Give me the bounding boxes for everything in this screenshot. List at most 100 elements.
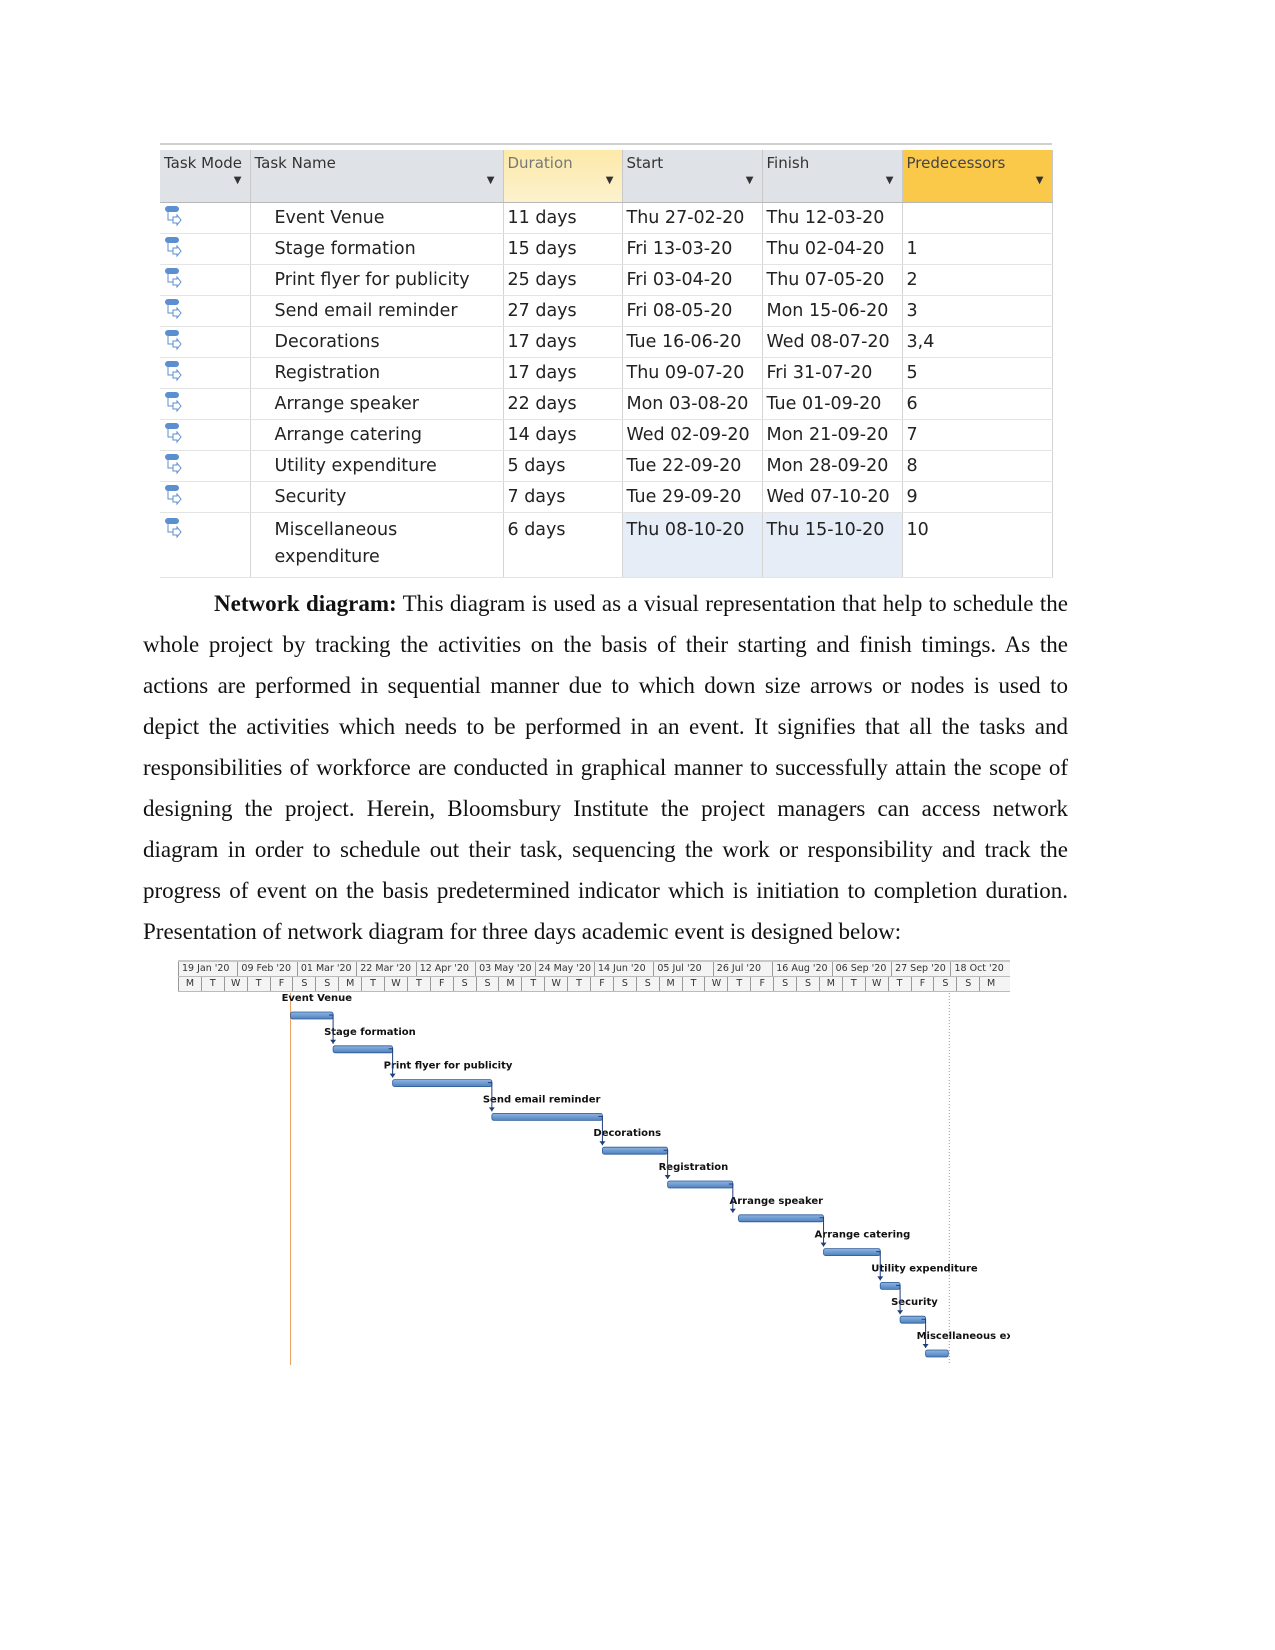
predecessors-cell[interactable]: 1: [902, 233, 1053, 265]
predecessors-cell[interactable]: 8: [902, 450, 1053, 482]
start-cell[interactable]: Tue 22-09-20: [622, 450, 763, 482]
start-cell[interactable]: Fri 08-05-20: [622, 295, 763, 327]
start-cell[interactable]: Tue 29-09-20: [622, 481, 763, 513]
task-bar-label: Miscellaneous expenditure: [917, 1331, 1010, 1342]
task-bar: [879, 1281, 901, 1290]
finish-cell[interactable]: Fri 31-07-20: [762, 357, 903, 389]
table-row[interactable]: Registration 17 days Thu 09-07-20 Fri 31…: [160, 357, 1053, 389]
duration-cell[interactable]: 5 days: [503, 450, 623, 482]
finish-cell[interactable]: Mon 15-06-20: [762, 295, 903, 327]
duration-cell[interactable]: 6 days: [503, 512, 623, 578]
predecessors-cell[interactable]: 2: [902, 264, 1053, 296]
paragraph-heading: Network diagram:: [214, 591, 397, 616]
predecessors-cell[interactable]: 5: [902, 357, 1053, 389]
table-row[interactable]: Stage formation 15 days Fri 13-03-20 Thu…: [160, 233, 1053, 265]
table-row[interactable]: Print flyer for publicity 25 days Fri 03…: [160, 264, 1053, 296]
start-cell[interactable]: Fri 03-04-20: [622, 264, 763, 296]
header-predecessors[interactable]: Predecessors ▼: [902, 150, 1053, 203]
task-name-cell[interactable]: Utility expenditure: [250, 450, 504, 482]
header-task-name[interactable]: Task Name ▼: [250, 150, 504, 203]
task-bar-label: Send email reminder: [483, 1094, 601, 1105]
task-name-cell[interactable]: Arrange speaker: [250, 388, 504, 420]
duration-cell[interactable]: 14 days: [503, 419, 623, 451]
table-row[interactable]: Arrange speaker 22 days Mon 03-08-20 Tue…: [160, 388, 1053, 420]
table-row[interactable]: Arrange catering 14 days Wed 02-09-20 Mo…: [160, 419, 1053, 451]
task-name-cell[interactable]: Stage formation: [250, 233, 504, 265]
predecessors-cell[interactable]: 3: [902, 295, 1053, 327]
auto-schedule-icon: [164, 236, 182, 263]
task-name-cell[interactable]: Miscellaneous expenditure: [250, 512, 504, 578]
dropdown-arrow-icon[interactable]: ▼: [746, 170, 754, 191]
duration-cell[interactable]: 7 days: [503, 481, 623, 513]
predecessors-cell[interactable]: 10: [902, 512, 1053, 578]
predecessors-cell[interactable]: [902, 202, 1053, 234]
dropdown-arrow-icon[interactable]: ▼: [1036, 170, 1044, 191]
duration-cell[interactable]: 17 days: [503, 326, 623, 358]
dependency-arrow-icon: [877, 1276, 884, 1281]
duration-cell[interactable]: 15 days: [503, 233, 623, 265]
finish-cell[interactable]: Thu 02-04-20: [762, 233, 903, 265]
start-cell[interactable]: Thu 09-07-20: [622, 357, 763, 389]
task-name-cell[interactable]: Print flyer for publicity: [250, 264, 504, 296]
header-duration[interactable]: Duration ▼: [503, 150, 623, 203]
table-row[interactable]: Decorations 17 days Tue 16-06-20 Wed 08-…: [160, 326, 1053, 358]
duration-cell[interactable]: 27 days: [503, 295, 623, 327]
table-row[interactable]: Miscellaneous expenditure 6 days Thu 08-…: [160, 512, 1053, 578]
task-mode-cell: [160, 512, 251, 578]
auto-schedule-icon: [164, 329, 182, 356]
start-cell[interactable]: Tue 16-06-20: [622, 326, 763, 358]
predecessors-cell[interactable]: 6: [902, 388, 1053, 420]
task-mode-cell: [160, 326, 251, 358]
start-cell[interactable]: Fri 13-03-20: [622, 233, 763, 265]
finish-cell[interactable]: Wed 08-07-20: [762, 326, 903, 358]
dependency-arrow-icon: [729, 1208, 736, 1213]
table-row[interactable]: Utility expenditure 5 days Tue 22-09-20 …: [160, 450, 1053, 482]
duration-cell[interactable]: 11 days: [503, 202, 623, 234]
header-finish[interactable]: Finish ▼: [762, 150, 903, 203]
auto-schedule-icon: [164, 453, 182, 480]
finish-cell[interactable]: Thu 15-10-20: [762, 512, 903, 578]
task-bar-label: Arrange catering: [815, 1230, 911, 1241]
finish-cell[interactable]: Thu 12-03-20: [762, 202, 903, 234]
start-cell[interactable]: Wed 02-09-20: [622, 419, 763, 451]
finish-cell[interactable]: Wed 07-10-20: [762, 481, 903, 513]
header-start[interactable]: Start ▼: [622, 150, 763, 203]
duration-cell[interactable]: 22 days: [503, 388, 623, 420]
dropdown-arrow-icon[interactable]: ▼: [606, 170, 614, 191]
predecessors-cell[interactable]: 3,4: [902, 326, 1053, 358]
table-row[interactable]: Security 7 days Tue 29-09-20 Wed 07-10-2…: [160, 481, 1053, 513]
auto-schedule-icon: [164, 267, 182, 294]
dropdown-arrow-icon[interactable]: ▼: [487, 170, 495, 191]
body-paragraph: Network diagram: This diagram is used as…: [143, 583, 1068, 952]
finish-cell[interactable]: Mon 28-09-20: [762, 450, 903, 482]
table-row[interactable]: Send email reminder 27 days Fri 08-05-20…: [160, 295, 1053, 327]
task-bar-label: Security: [891, 1297, 938, 1308]
finish-cell[interactable]: Mon 21-09-20: [762, 419, 903, 451]
finish-cell[interactable]: Thu 07-05-20: [762, 264, 903, 296]
finish-cell[interactable]: Tue 01-09-20: [762, 388, 903, 420]
predecessors-cell[interactable]: 9: [902, 481, 1053, 513]
task-bar-label: Utility expenditure: [871, 1263, 978, 1274]
start-cell[interactable]: Thu 08-10-20: [622, 512, 763, 578]
start-cell[interactable]: Thu 27-02-20: [622, 202, 763, 234]
task-name-cell[interactable]: Arrange catering: [250, 419, 504, 451]
task-name-cell[interactable]: Security: [250, 481, 504, 513]
header-task-mode[interactable]: Task Mode ▼: [160, 150, 251, 203]
task-bar: [602, 1146, 669, 1155]
auto-schedule-icon: [164, 360, 182, 387]
task-name-cell[interactable]: Send email reminder: [250, 295, 504, 327]
dropdown-arrow-icon[interactable]: ▼: [886, 170, 894, 191]
task-name-cell[interactable]: Decorations: [250, 326, 504, 358]
table-row[interactable]: Event Venue 11 days Thu 27-02-20 Thu 12-…: [160, 202, 1053, 234]
task-mode-cell: [160, 481, 251, 513]
duration-cell[interactable]: 17 days: [503, 357, 623, 389]
duration-cell[interactable]: 25 days: [503, 264, 623, 296]
predecessors-cell[interactable]: 7: [902, 419, 1053, 451]
dropdown-arrow-icon[interactable]: ▼: [234, 170, 242, 191]
task-name-cell[interactable]: Registration: [250, 357, 504, 389]
task-name-cell[interactable]: Event Venue: [250, 202, 504, 234]
dependency-arrow-icon: [897, 1310, 904, 1315]
task-mode-cell: [160, 202, 251, 234]
start-cell[interactable]: Mon 03-08-20: [622, 388, 763, 420]
dependency-arrow-icon: [389, 1073, 396, 1078]
